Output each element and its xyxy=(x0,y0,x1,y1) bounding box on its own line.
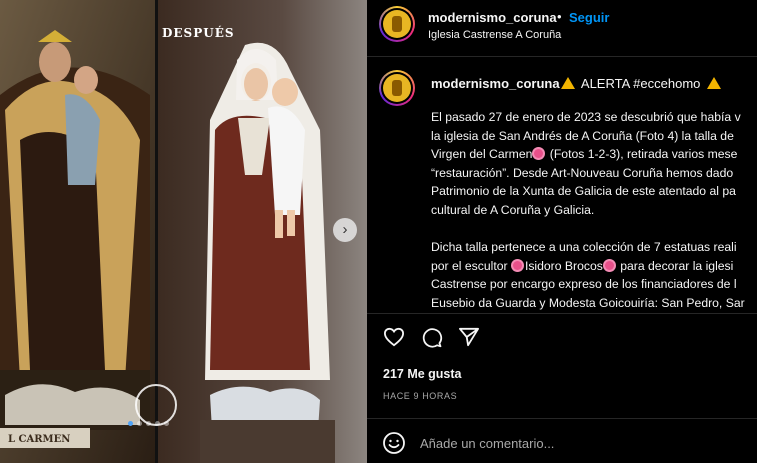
caption-fragment: Patrimonio de la Xunta de Galicia de est… xyxy=(431,184,736,199)
comment-icon[interactable] xyxy=(421,327,443,348)
caption-title: ALERTA #eccehomo xyxy=(580,76,701,91)
caption-header: ALERTA #eccehomo xyxy=(558,76,724,91)
caption-fragment: El pasado 27 de enero de 2023 se descubr… xyxy=(431,110,741,124)
location-link[interactable]: Iglesia Castrense A Coruña xyxy=(428,29,561,41)
caption-line: por el escultor Isidoro Brocos para deco… xyxy=(431,257,757,276)
caption-line: Eusebio da Guarda y Modesta Goicouiría: … xyxy=(431,294,757,312)
caption-fragment: para decorar la iglesi xyxy=(616,258,734,273)
despues-label: DESPUÉS xyxy=(162,26,235,40)
watermark-logo xyxy=(135,384,177,426)
carousel-dot xyxy=(146,421,151,426)
carousel-indicator xyxy=(128,421,169,426)
paper-plane-icon[interactable] xyxy=(458,327,480,347)
caption-line: Dicha talla pertenece a una colección de… xyxy=(431,238,757,257)
carousel-dot xyxy=(155,421,160,426)
caption-line: Castrense por encargo expreso de los fin… xyxy=(431,275,757,294)
caption-fragment: “restauración”. Desde Art-Nouveau Coruña… xyxy=(431,165,734,180)
caption-fragment: Isidoro Brocos xyxy=(524,258,603,273)
flower-icon xyxy=(512,260,522,270)
caption-line: cultural de A Coruña y Galicia. xyxy=(431,201,757,220)
caption-fragment: (Fotos 1-2-3), retirada varios mese xyxy=(546,147,738,162)
carousel-dot xyxy=(137,421,142,426)
caption-fragment: cultural de A Coruña y Galicia. xyxy=(431,202,595,217)
caption-fragment: por el escultor xyxy=(431,258,511,273)
caption-fragment: Eusebio da Guarda y Modesta Goicouiría: … xyxy=(431,295,745,310)
caption-line: El pasado 27 de enero de 2023 se descubr… xyxy=(431,108,757,127)
comment-input[interactable]: Añade un comentario... xyxy=(420,436,554,451)
post-image[interactable]: DESPUÉS L CARMEN › xyxy=(0,0,367,463)
emoji-icon[interactable] xyxy=(382,431,406,455)
caption-line: Virgen del Carmen (Fotos 1-2-3), retirad… xyxy=(431,145,757,164)
header-username[interactable]: modernismo_coruna xyxy=(428,10,557,25)
statue-photo xyxy=(0,0,367,463)
caption-line: la iglesia de San Andrés de A Coruña (Fo… xyxy=(431,127,757,146)
flower-icon xyxy=(534,149,544,159)
actions-divider xyxy=(367,313,757,314)
warning-icon xyxy=(707,77,722,89)
statue-sign: L CARMEN xyxy=(0,428,90,448)
post-time: HACE 9 HORAS xyxy=(383,391,458,401)
caption-avatar[interactable] xyxy=(379,70,415,106)
header-separator: • xyxy=(557,9,562,24)
caption-line: Patrimonio de la Xunta de Galicia de est… xyxy=(431,182,757,201)
caption-fragment: Virgen del Carmen xyxy=(431,147,533,162)
header-divider xyxy=(367,56,757,57)
flower-icon xyxy=(604,260,614,270)
caption-gap xyxy=(431,220,757,239)
follow-button[interactable]: Seguir xyxy=(569,10,609,25)
caption-fragment: Castrense por encargo expreso de los fin… xyxy=(431,277,737,292)
heart-icon[interactable] xyxy=(383,327,405,347)
caption-username[interactable]: modernismo_coruna xyxy=(431,76,560,91)
comment-divider xyxy=(367,418,757,419)
caption-line: “restauración”. Desde Art-Nouveau Coruña… xyxy=(431,164,757,183)
caption-text: El pasado 27 de enero de 2023 se descubr… xyxy=(431,108,757,312)
caption-fragment: Dicha talla pertenece a una colección de… xyxy=(431,240,737,255)
next-slide-button[interactable]: › xyxy=(333,218,357,242)
carousel-dot xyxy=(164,421,169,426)
likes-count[interactable]: 217 Me gusta xyxy=(383,367,462,381)
avatar[interactable] xyxy=(379,6,415,42)
warning-icon xyxy=(561,77,575,89)
caption-fragment: la iglesia de San Andrés de A Coruña (Fo… xyxy=(431,128,734,143)
carousel-dot xyxy=(128,421,133,426)
